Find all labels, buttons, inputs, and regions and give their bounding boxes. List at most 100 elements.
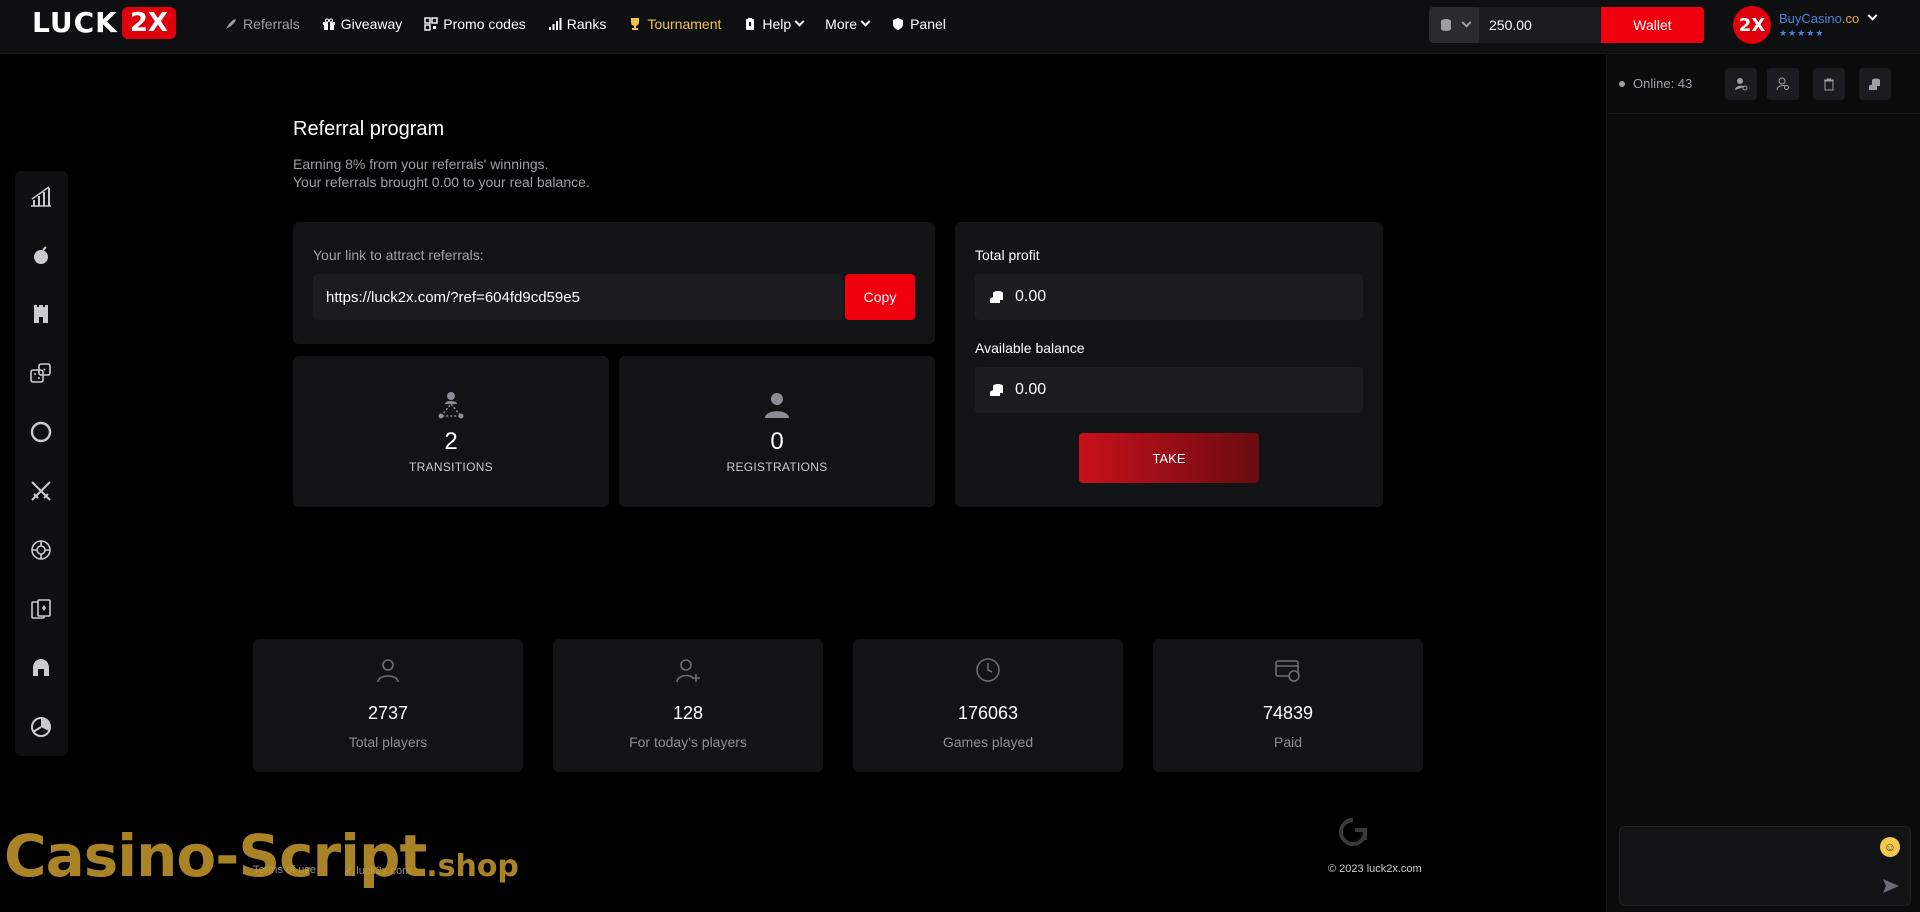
coins-icon bbox=[1869, 78, 1880, 90]
user-search-icon bbox=[1776, 77, 1789, 91]
brought-note: Your referrals brought 0.00 to your real… bbox=[293, 174, 590, 190]
copyright: © 2023 luck2x.com bbox=[1328, 863, 1422, 875]
registrations-card: 0 REGISTRATIONS bbox=[619, 356, 935, 507]
available-balance-field: 0.00 bbox=[975, 367, 1363, 413]
chevron-down-icon bbox=[860, 16, 871, 27]
emoji-icon[interactable]: ☺ bbox=[1880, 837, 1900, 857]
chat-header: Online: 43 bbox=[1607, 54, 1920, 114]
main-nav: Referrals Giveaway Promo codes Ranks Tou… bbox=[224, 0, 968, 48]
clear-chat-button[interactable] bbox=[1813, 68, 1845, 100]
stat-value: 2737 bbox=[367, 703, 409, 723]
balance-value: 250.00 bbox=[1479, 7, 1601, 43]
registrations-label: REGISTRATIONS bbox=[726, 460, 828, 474]
stat-games-played: 176063 Games played bbox=[853, 639, 1123, 772]
stat-label: Total players bbox=[348, 734, 428, 750]
online-count: Online: 43 bbox=[1619, 76, 1692, 91]
nav-ranks[interactable]: Ranks bbox=[548, 16, 607, 32]
nav-help[interactable]: Help bbox=[743, 16, 805, 32]
clock-icon bbox=[976, 658, 1000, 682]
wallet-group: 250.00 Wallet bbox=[1429, 7, 1704, 43]
nav-promo-codes[interactable]: Promo codes bbox=[424, 16, 526, 32]
link-label: Your link to attract referrals: bbox=[313, 247, 484, 263]
transitions-label: TRANSITIONS bbox=[409, 460, 493, 474]
available-balance-label: Available balance bbox=[975, 340, 1085, 356]
referral-link-card: Your link to attract referrals: https://… bbox=[293, 222, 935, 344]
shield-icon bbox=[893, 18, 904, 30]
top-bar: LUCK 2X Referrals Giveaway Promo codes R… bbox=[0, 0, 1920, 54]
gift-icon bbox=[322, 18, 335, 30]
registrations-value: 0 bbox=[770, 428, 784, 455]
user-gear-icon bbox=[1735, 78, 1748, 91]
transitions-card: 2 TRANSITIONS bbox=[293, 356, 609, 507]
dice-icon[interactable] bbox=[28, 360, 54, 386]
network-icon bbox=[438, 392, 464, 419]
coins-icon bbox=[990, 384, 1003, 396]
nav-referrals[interactable]: Referrals bbox=[224, 16, 300, 32]
available-balance-value: 0.00 bbox=[1015, 381, 1047, 398]
watermark-main: Casino-Script bbox=[4, 822, 427, 890]
nav-help-label: Help bbox=[762, 16, 792, 32]
wheel-icon[interactable] bbox=[28, 419, 54, 445]
tower-icon[interactable] bbox=[28, 301, 54, 327]
nav-panel-label: Panel bbox=[910, 16, 946, 32]
user-add-icon bbox=[676, 659, 700, 683]
chat-input-box: ☺ bbox=[1619, 826, 1911, 906]
qr-icon bbox=[424, 17, 438, 31]
copy-button[interactable]: Copy bbox=[845, 274, 915, 320]
stat-today-players: 128 For today's players bbox=[553, 639, 823, 772]
trophy-icon bbox=[631, 18, 640, 30]
user-search-button[interactable] bbox=[1767, 68, 1799, 100]
user-menu[interactable]: 2X BuyCasino.co ★★★★★ bbox=[1733, 6, 1878, 44]
page-title: Referral program bbox=[293, 118, 445, 140]
roulette-icon[interactable] bbox=[28, 537, 54, 563]
user-settings-button[interactable] bbox=[1725, 68, 1757, 100]
chevron-down-icon bbox=[794, 16, 805, 27]
earning-note: Earning 8% from your referrals' winnings… bbox=[293, 156, 549, 172]
signal-icon bbox=[548, 18, 562, 30]
swords-icon[interactable] bbox=[28, 478, 54, 504]
site-logo[interactable]: LUCK 2X bbox=[32, 6, 176, 39]
stat-paid: 74839 Paid bbox=[1153, 639, 1423, 772]
stat-value: 176063 bbox=[957, 703, 1019, 723]
send-icon[interactable] bbox=[1882, 877, 1900, 895]
rocket-icon bbox=[226, 19, 236, 29]
chevron-down-icon bbox=[1867, 10, 1878, 21]
nav-tournament-label: Tournament bbox=[647, 16, 722, 32]
crash-icon[interactable] bbox=[28, 183, 54, 209]
watermark-suffix: .shop bbox=[426, 849, 519, 884]
stat-label: Paid bbox=[1273, 734, 1303, 750]
nav-promo-label: Promo codes bbox=[443, 16, 526, 32]
take-button[interactable]: TAKE bbox=[1079, 433, 1259, 483]
chat-message-input[interactable] bbox=[1620, 827, 1910, 905]
stat-value: 74839 bbox=[1262, 703, 1314, 723]
payment-icon bbox=[1275, 660, 1300, 682]
username: BuyCasino bbox=[1779, 11, 1842, 26]
nav-panel[interactable]: Panel bbox=[891, 16, 946, 32]
trash-icon bbox=[1824, 78, 1834, 91]
chevron-down-icon bbox=[1461, 17, 1472, 28]
pie-icon[interactable] bbox=[28, 714, 54, 740]
online-text: Online: 43 bbox=[1633, 76, 1693, 91]
game-sidebar bbox=[15, 171, 68, 756]
clipboard-icon bbox=[746, 18, 755, 30]
user-outline-icon bbox=[377, 659, 399, 683]
logo-badge: 2X bbox=[121, 6, 176, 39]
currency-select[interactable] bbox=[1429, 7, 1479, 43]
referral-link-input[interactable]: https://luck2x.com/?ref=604fd9cd59e5 bbox=[313, 274, 843, 320]
nav-more[interactable]: More bbox=[825, 16, 871, 32]
rain-button[interactable] bbox=[1859, 68, 1891, 100]
total-profit-label: Total profit bbox=[975, 247, 1040, 263]
nav-ranks-label: Ranks bbox=[566, 16, 607, 32]
bomb-icon[interactable] bbox=[28, 242, 54, 268]
rank-stars: ★★★★★ bbox=[1779, 28, 1825, 38]
nav-giveaway[interactable]: Giveaway bbox=[322, 16, 402, 32]
cards-icon[interactable] bbox=[28, 596, 54, 622]
logo-text: LUCK bbox=[32, 6, 118, 39]
username-block: BuyCasino.co ★★★★★ bbox=[1779, 11, 1859, 39]
chat-panel: Online: 43 ☺ bbox=[1606, 54, 1920, 912]
helmet-icon[interactable] bbox=[28, 655, 54, 681]
wallet-button[interactable]: Wallet bbox=[1601, 7, 1704, 43]
avatar: 2X bbox=[1733, 6, 1771, 44]
nav-tournament[interactable]: Tournament bbox=[628, 16, 721, 32]
online-dot bbox=[1619, 80, 1625, 87]
